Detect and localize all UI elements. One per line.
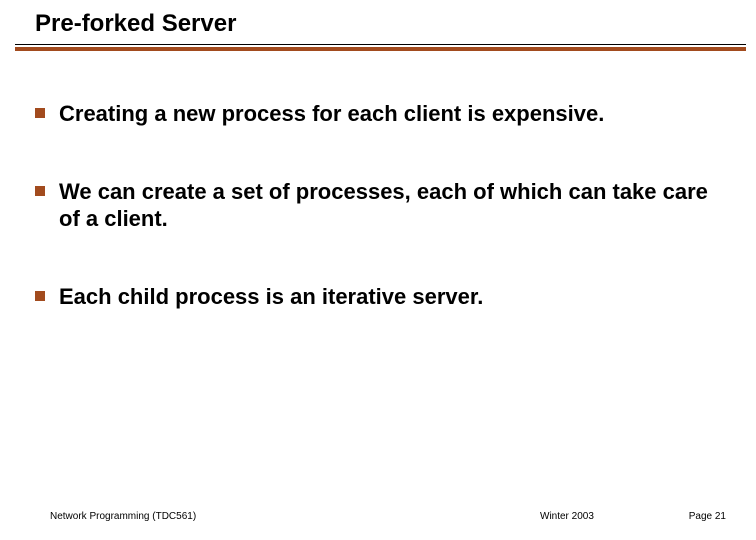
slide: Pre-forked Server Creating a new process… bbox=[0, 0, 756, 540]
square-bullet-icon bbox=[35, 186, 45, 196]
divider-thick-line bbox=[15, 47, 746, 51]
divider-thin-line bbox=[15, 44, 746, 45]
bullet-item: We can create a set of processes, each o… bbox=[35, 178, 716, 233]
bullet-text: Creating a new process for each client i… bbox=[59, 100, 604, 128]
footer-term: Winter 2003 bbox=[540, 511, 594, 522]
bullet-text: Each child process is an iterative serve… bbox=[59, 283, 483, 311]
bullet-item: Creating a new process for each client i… bbox=[35, 100, 716, 128]
title-divider bbox=[15, 44, 746, 50]
bullet-item: Each child process is an iterative serve… bbox=[35, 283, 716, 311]
content-area: Creating a new process for each client i… bbox=[35, 100, 716, 360]
footer-course: Network Programming (TDC561) bbox=[50, 511, 196, 522]
footer-page: Page 21 bbox=[689, 511, 726, 522]
title-area: Pre-forked Server bbox=[35, 10, 236, 38]
slide-title: Pre-forked Server bbox=[35, 10, 236, 38]
footer: Network Programming (TDC561) Winter 2003… bbox=[0, 504, 756, 522]
bullet-text: We can create a set of processes, each o… bbox=[59, 178, 716, 233]
square-bullet-icon bbox=[35, 291, 45, 301]
square-bullet-icon bbox=[35, 108, 45, 118]
